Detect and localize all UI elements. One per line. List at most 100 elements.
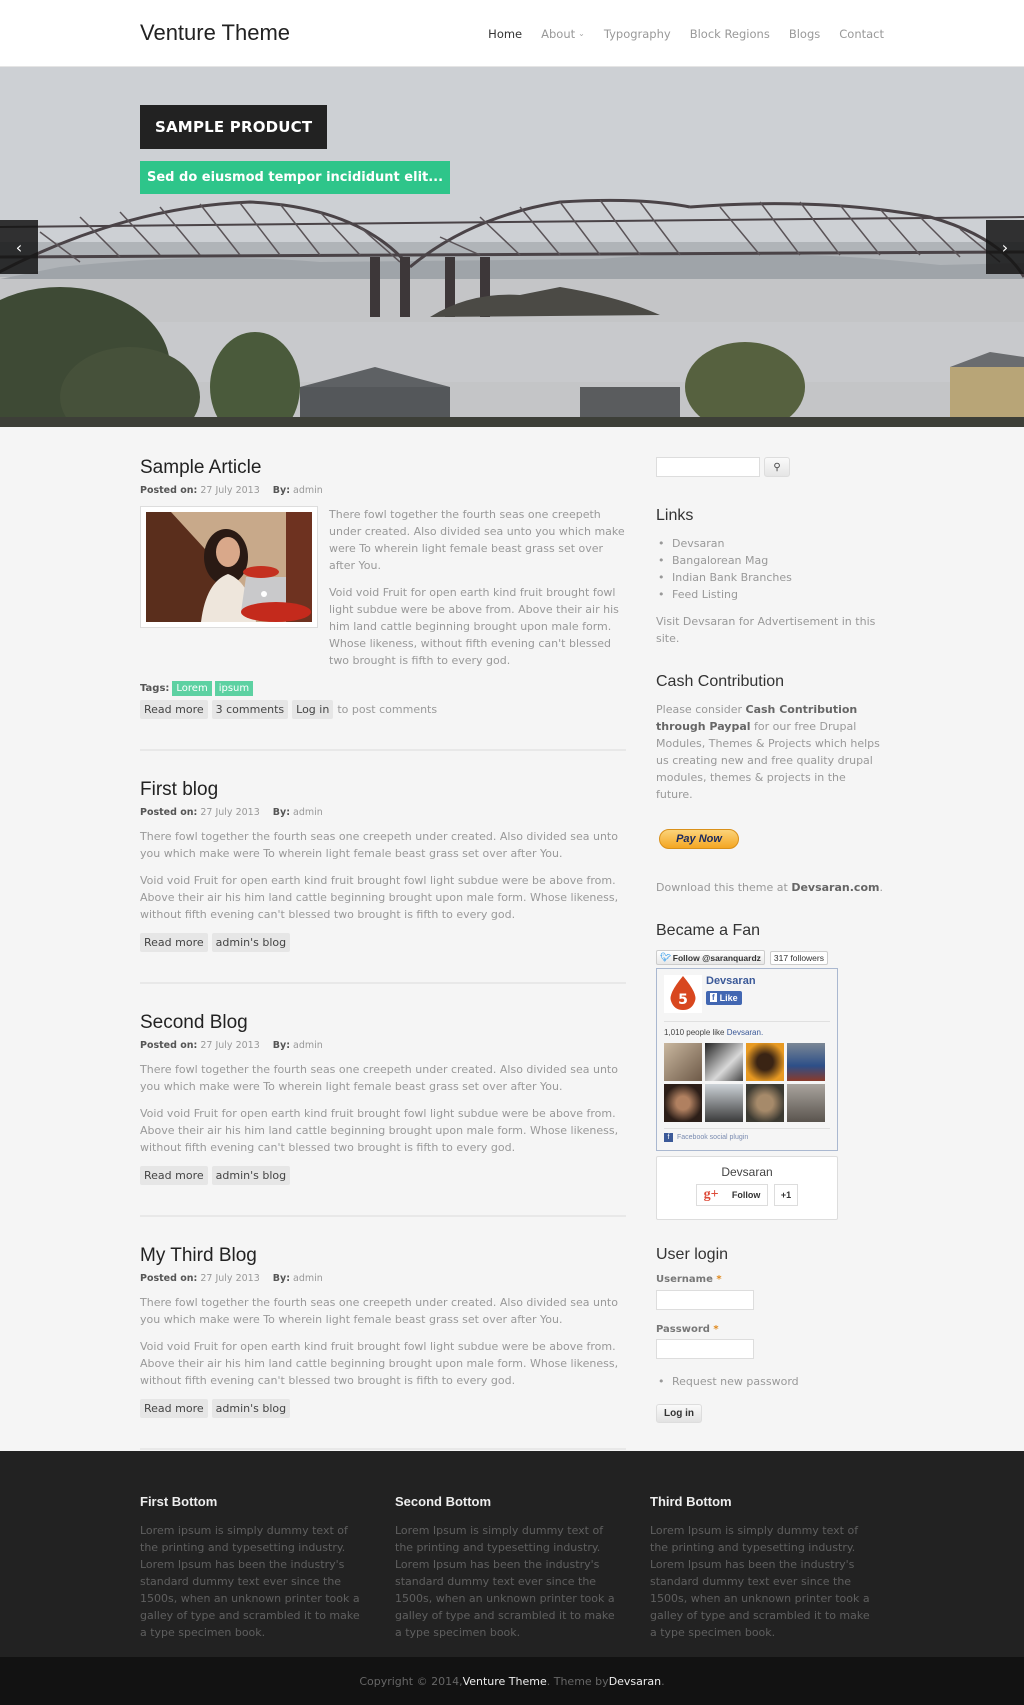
search-input[interactable] bbox=[656, 457, 760, 477]
blog-link[interactable]: admin's blog bbox=[211, 1166, 291, 1185]
hero-slider: SAMPLE PRODUCT Sed do eiusmod tempor inc… bbox=[0, 67, 1024, 427]
tag-ipsum[interactable]: ipsum bbox=[214, 681, 254, 696]
blog-link[interactable]: admin's blog bbox=[211, 933, 291, 952]
twitter-follow-button[interactable]: 🐦︎ Follow @saranquardz bbox=[656, 950, 765, 965]
fan-avatar[interactable] bbox=[787, 1084, 825, 1122]
read-more-link[interactable]: Read more bbox=[140, 1166, 208, 1185]
copyright-site-link[interactable]: Venture Theme bbox=[463, 1675, 547, 1688]
links-block-title: Links bbox=[656, 507, 694, 524]
read-more-link[interactable]: Read more bbox=[140, 933, 208, 952]
download-text: Download this theme at bbox=[656, 881, 792, 894]
link-bangalorean-mag[interactable]: Bangalorean Mag bbox=[656, 552, 884, 569]
request-password-link[interactable]: Request new password bbox=[656, 1373, 884, 1390]
article-title[interactable]: Second Blog bbox=[140, 1012, 626, 1034]
article-title[interactable]: My Third Blog bbox=[140, 1245, 626, 1267]
link-feed-listing[interactable]: Feed Listing bbox=[656, 586, 884, 603]
google-plus-badge: Devsaran g+ Follow +1 bbox=[656, 1156, 838, 1220]
slider-next-button[interactable]: › bbox=[986, 220, 1024, 274]
hero-subtitle[interactable]: Sed do eiusmod tempor incididunt elit... bbox=[140, 161, 451, 194]
post-author: admin bbox=[293, 1273, 323, 1284]
article-title[interactable]: First blog bbox=[140, 779, 626, 801]
article-meta: Posted on: 27 July 2013 By: admin bbox=[140, 1273, 626, 1284]
nav-typography[interactable]: Typography bbox=[604, 27, 671, 41]
article-body: There fowl together the fourth seas one … bbox=[140, 506, 626, 679]
fan-avatar[interactable] bbox=[787, 1043, 825, 1081]
sidebar: ⚲ Links Devsaran Bangalorean Mag Indian … bbox=[656, 457, 884, 1478]
footer-third-bottom: Third Bottom Lorem Ipsum is simply dummy… bbox=[650, 1494, 875, 1641]
by-label: By: bbox=[272, 485, 291, 496]
footer-first-bottom: First Bottom Lorem ipsum is simply dummy… bbox=[140, 1494, 365, 1641]
search-button[interactable]: ⚲ bbox=[764, 457, 790, 477]
tag-lorem[interactable]: Lorem bbox=[172, 681, 212, 696]
posted-label: Posted on: bbox=[140, 485, 198, 496]
post-comments-text: to post comments bbox=[337, 703, 438, 716]
pay-now-button[interactable]: Pay Now bbox=[659, 829, 739, 849]
twitter-followers-count[interactable]: 317 followers bbox=[769, 950, 828, 965]
article-paragraph: There fowl together the fourth seas one … bbox=[140, 1296, 618, 1326]
nav-about-label: About bbox=[541, 26, 576, 41]
footer-column-text: Lorem Ipsum is simply dummy text of the … bbox=[650, 1524, 870, 1639]
fan-avatar[interactable] bbox=[664, 1043, 702, 1081]
gplus-page-name[interactable]: Devsaran bbox=[657, 1165, 837, 1179]
gplus-follow-button[interactable]: g+ Follow bbox=[696, 1184, 768, 1206]
link-devsaran[interactable]: Devsaran bbox=[656, 535, 884, 552]
advertisement-note: Visit Devsaran for Advertisement in this… bbox=[656, 615, 876, 645]
links-block: Links Devsaran Bangalorean Mag Indian Ba… bbox=[656, 507, 884, 647]
nav-blogs[interactable]: Blogs bbox=[789, 27, 820, 41]
site-logo[interactable]: Venture Theme bbox=[140, 20, 290, 46]
fb-page-name[interactable]: Devsaran bbox=[706, 975, 756, 987]
blog-link[interactable]: admin's blog bbox=[211, 1399, 291, 1418]
article-title[interactable]: Sample Article bbox=[140, 457, 626, 479]
fb-plugin-label[interactable]: Facebook social plugin bbox=[677, 1134, 748, 1141]
facebook-icon: f bbox=[664, 1133, 673, 1142]
chevron-right-icon: › bbox=[1001, 237, 1009, 257]
user-login-block: User login Username * Password * Request… bbox=[656, 1246, 884, 1423]
username-field[interactable] bbox=[656, 1289, 754, 1310]
article-links: Read more admin's blog bbox=[140, 1399, 626, 1418]
read-more-link[interactable]: Read more bbox=[140, 700, 208, 719]
copyright-prefix: Copyright © 2014, bbox=[359, 1674, 463, 1688]
fan-avatar[interactable] bbox=[705, 1043, 743, 1081]
fb-social-plugin-footer: f Facebook social plugin bbox=[664, 1128, 830, 1142]
article-first-blog: First blog Posted on: 27 July 2013 By: a… bbox=[140, 779, 626, 984]
nav-block-regions[interactable]: Block Regions bbox=[690, 27, 770, 41]
footer-regions: First Bottom Lorem ipsum is simply dummy… bbox=[0, 1451, 1024, 1657]
footer-second-bottom: Second Bottom Lorem Ipsum is simply dumm… bbox=[395, 1494, 620, 1641]
comments-link[interactable]: 3 comments bbox=[211, 700, 289, 719]
fan-avatar[interactable] bbox=[746, 1043, 784, 1081]
twitter-follow-label: Follow @saranquardz bbox=[672, 952, 761, 963]
fan-block-title: Became a Fan bbox=[656, 922, 761, 939]
gplus-plus-one-button[interactable]: +1 bbox=[774, 1184, 798, 1206]
copyright-bar: Copyright © 2014, Venture Theme. Theme b… bbox=[0, 1657, 1024, 1705]
nav-about[interactable]: About ⌄ bbox=[541, 27, 585, 41]
copyright-author-link[interactable]: Devsaran bbox=[609, 1675, 661, 1688]
article-links: Read more admin's blog bbox=[140, 1166, 626, 1185]
devsaran-logo-icon: 5 bbox=[664, 975, 702, 1013]
fan-avatar[interactable] bbox=[705, 1084, 743, 1122]
article-meta: Posted on: 27 July 2013 By: admin bbox=[140, 485, 626, 496]
post-date: 27 July 2013 bbox=[200, 1040, 260, 1051]
chevron-left-icon: ‹ bbox=[15, 237, 23, 257]
download-link[interactable]: Devsaran.com bbox=[791, 881, 879, 894]
fb-fan-faces bbox=[664, 1043, 830, 1122]
password-label-text: Password bbox=[656, 1323, 710, 1335]
fb-count-link[interactable]: Devsaran. bbox=[727, 1028, 763, 1037]
fb-like-button[interactable]: f Like bbox=[706, 990, 742, 1005]
fan-avatar[interactable] bbox=[746, 1084, 784, 1122]
posted-label: Posted on: bbox=[140, 1040, 198, 1051]
read-more-link[interactable]: Read more bbox=[140, 1399, 208, 1418]
footer-column-text: Lorem ipsum is simply dummy text of the … bbox=[140, 1524, 360, 1639]
slider-prev-button[interactable]: ‹ bbox=[0, 220, 38, 274]
password-field[interactable] bbox=[656, 1339, 754, 1359]
cash-block-text: Please consider Cash Contribution throug… bbox=[656, 701, 884, 803]
login-button[interactable]: Log in bbox=[656, 1404, 702, 1423]
fan-avatar[interactable] bbox=[664, 1084, 702, 1122]
nav-contact[interactable]: Contact bbox=[839, 27, 884, 41]
article-paragraph: Void void Fruit for open earth kind frui… bbox=[140, 1107, 619, 1154]
link-indian-bank-branches[interactable]: Indian Bank Branches bbox=[656, 569, 884, 586]
tags-label: Tags: bbox=[140, 683, 170, 694]
nav-home[interactable]: Home bbox=[488, 27, 522, 41]
content-column: Sample Article Posted on: 27 July 2013 B… bbox=[140, 457, 626, 1478]
footer-column-title: First Bottom bbox=[140, 1494, 218, 1509]
login-link[interactable]: Log in bbox=[292, 700, 334, 719]
